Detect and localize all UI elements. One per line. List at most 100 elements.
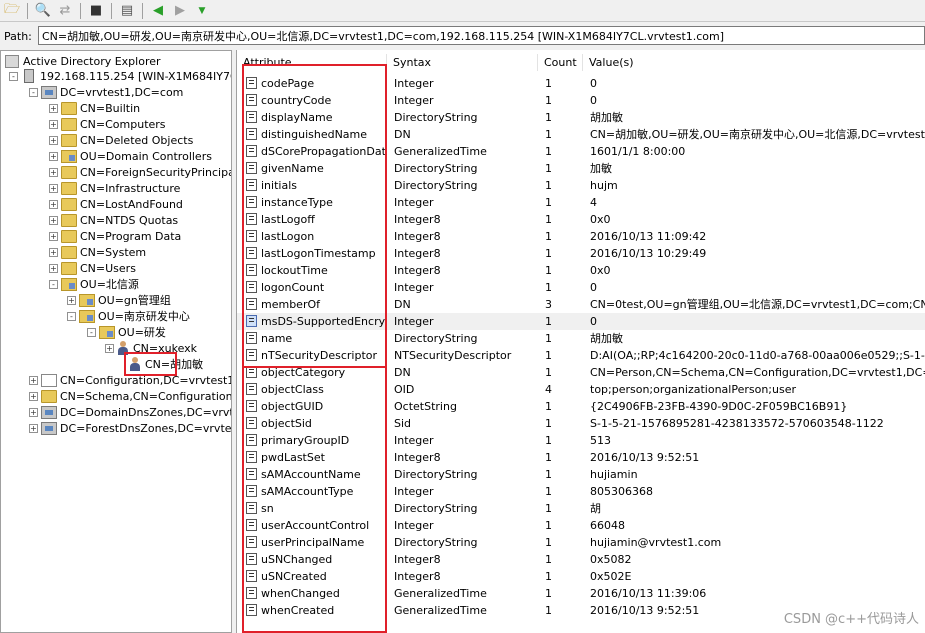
tree-item[interactable]: + CN=System: [49, 244, 146, 260]
expand-icon[interactable]: +: [49, 135, 58, 145]
cell-count: 1: [545, 162, 552, 175]
tree-panel: Active Directory Explorer -192.168.115.2…: [0, 50, 232, 633]
tree-item[interactable]: + CN=Schema,CN=Configuration,DC: [29, 388, 231, 404]
cell-value: CN=胡加敏,OU=研发,OU=南京研发中心,OU=北信源,DC=vrvtest…: [590, 128, 925, 141]
tree-item[interactable]: - 192.168.115.254 [WIN-X1M684IY7CL.: [9, 68, 231, 84]
expand-icon[interactable]: +: [29, 407, 38, 417]
cell-value: 66048: [590, 519, 625, 532]
tree-item[interactable]: - DC=vrvtest1,DC=com: [29, 84, 183, 100]
forward-icon[interactable]: ▶: [170, 2, 190, 20]
tree-item-label: OU=南京研发中心: [98, 310, 190, 323]
tree-item[interactable]: + CN=Deleted Objects: [49, 132, 193, 148]
toolbar-separator: [111, 2, 112, 19]
header-values[interactable]: Value(s): [583, 54, 925, 71]
tree-item[interactable]: + CN=Infrastructure: [49, 180, 180, 196]
cell-syntax: Integer8: [394, 230, 441, 243]
expand-icon[interactable]: +: [105, 343, 114, 353]
expand-icon[interactable]: +: [29, 375, 38, 385]
ou-icon: [79, 293, 95, 307]
collapse-icon[interactable]: -: [9, 71, 18, 81]
tree-item[interactable]: + OU=gn管理组: [67, 292, 171, 308]
expand-icon[interactable]: +: [49, 231, 58, 241]
back-icon[interactable]: ◀: [148, 2, 168, 20]
cell-count: 1: [545, 247, 552, 260]
tree-item[interactable]: + CN=Builtin: [49, 100, 140, 116]
cell-syntax: GeneralizedTime: [394, 604, 487, 617]
cell-count: 1: [545, 111, 552, 124]
tree-item[interactable]: - OU=南京研发中心: [67, 308, 190, 324]
expand-icon[interactable]: +: [49, 263, 58, 273]
cell-value: hujm: [590, 179, 618, 192]
tree-item[interactable]: + DC=ForestDnsZones,DC=vrvtest1: [29, 420, 232, 436]
folder-icon: [61, 229, 77, 243]
cell-value: 2016/10/13 11:09:42: [590, 230, 707, 243]
tree-item-label: CN=LostAndFound: [80, 197, 183, 211]
cell-syntax: OctetString: [394, 400, 457, 413]
tree-item[interactable]: + CN=Computers: [49, 116, 166, 132]
cell-count: 1: [545, 502, 552, 515]
tree-root[interactable]: Active Directory Explorer: [5, 53, 161, 69]
tree-item-label: DC=ForestDnsZones,DC=vrvtest1: [60, 421, 232, 435]
cell-value: 胡加敏: [590, 332, 623, 345]
expand-icon[interactable]: +: [29, 391, 38, 401]
expand-icon[interactable]: +: [49, 103, 58, 113]
cell-value: S-1-5-21-1576895281-4238133572-570603548…: [590, 417, 884, 430]
expand-icon[interactable]: +: [49, 119, 58, 129]
tree-item-label: CN=NTDS Quotas: [80, 213, 179, 227]
cell-syntax: Integer8: [394, 264, 441, 277]
path-input[interactable]: CN=胡加敏,OU=研发,OU=南京研发中心,OU=北信源,DC=vrvtest…: [38, 26, 925, 45]
header-count[interactable]: Count: [538, 54, 583, 71]
cell-count: 1: [545, 94, 552, 107]
expand-icon[interactable]: +: [29, 423, 38, 433]
expand-icon[interactable]: +: [49, 215, 58, 225]
tree-item[interactable]: + CN=Program Data: [49, 228, 181, 244]
tree-item[interactable]: + OU=Domain Controllers: [49, 148, 212, 164]
cell-count: 1: [545, 400, 552, 413]
expand-icon[interactable]: +: [49, 167, 58, 177]
collapse-icon[interactable]: -: [49, 279, 58, 289]
open-icon[interactable]: 🗁: [2, 2, 22, 20]
cell-syntax: Sid: [394, 417, 412, 430]
expand-icon[interactable]: +: [49, 183, 58, 193]
folder-icon: [41, 389, 57, 403]
tree-item[interactable]: + CN=Users: [49, 260, 136, 276]
cell-count: 1: [545, 213, 552, 226]
cell-syntax: Integer: [394, 434, 434, 447]
save-icon[interactable]: ■: [86, 2, 106, 20]
tree-item[interactable]: + DC=DomainDnsZones,DC=vrvtest: [29, 404, 231, 420]
toolbar: 🗁 🔍 ⇄ ■ ▤ ◀ ▶ ▼: [0, 0, 925, 22]
tree-item-label: OU=Domain Controllers: [80, 149, 212, 163]
cell-syntax: DirectoryString: [394, 332, 478, 345]
tree-item-label: CN=Deleted Objects: [80, 133, 194, 147]
cell-count: 3: [545, 298, 552, 311]
tree-item-label: CN=Computers: [80, 117, 166, 131]
cell-value: 加敏: [590, 162, 612, 175]
cell-count: 1: [545, 604, 552, 617]
cell-value: 513: [590, 434, 611, 447]
cell-value: 0: [590, 281, 597, 294]
collapse-icon[interactable]: -: [67, 311, 76, 321]
expand-icon[interactable]: +: [49, 151, 58, 161]
collapse-icon[interactable]: -: [29, 87, 38, 97]
tree-item-label: OU=北信源: [80, 278, 139, 291]
expand-icon[interactable]: +: [49, 199, 58, 209]
cell-syntax: Integer: [394, 485, 434, 498]
watermark: CSDN @c++代码诗人: [783, 612, 919, 627]
cell-count: 1: [545, 451, 552, 464]
tree-item[interactable]: - OU=北信源: [49, 276, 139, 292]
properties-icon[interactable]: ▤: [117, 2, 137, 20]
tree-item[interactable]: + CN=NTDS Quotas: [49, 212, 178, 228]
expand-icon[interactable]: +: [67, 295, 76, 305]
tree-item[interactable]: + CN=LostAndFound: [49, 196, 183, 212]
header-syntax[interactable]: Syntax: [387, 54, 538, 71]
folder-icon: [61, 245, 77, 259]
search-icon[interactable]: 🔍: [33, 2, 53, 20]
cell-value: 4: [590, 196, 597, 209]
dropdown-icon[interactable]: ▼: [192, 2, 212, 20]
compare-icon[interactable]: ⇄: [55, 2, 75, 20]
tree-item[interactable]: - OU=研发: [87, 324, 166, 340]
cell-count: 1: [545, 570, 552, 583]
tree-item[interactable]: + CN=ForeignSecurityPrincipals: [49, 164, 231, 180]
collapse-icon[interactable]: -: [87, 327, 96, 337]
expand-icon[interactable]: +: [49, 247, 58, 257]
